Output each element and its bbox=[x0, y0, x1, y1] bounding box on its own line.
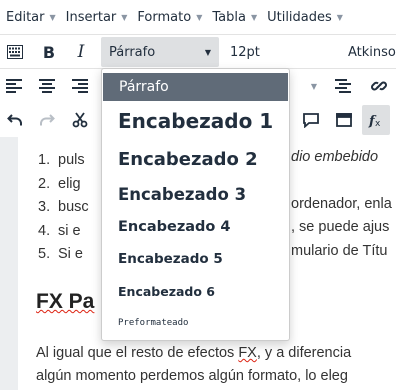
list-item-tail: dio embebido bbox=[291, 149, 379, 165]
list-item-text: busc bbox=[58, 199, 89, 215]
align-right-icon bbox=[72, 79, 88, 93]
dropdown-option-heading-6[interactable]: Encabezado 6 bbox=[102, 275, 289, 307]
dropdown-option-heading-5[interactable]: Encabezado 5 bbox=[102, 243, 289, 275]
align-center-button[interactable] bbox=[37, 71, 57, 101]
menu-utilidades[interactable]: Utilidades ▼ bbox=[267, 10, 343, 25]
ordered-list: 1. puls 2. elig 3. busc 4. si e 5. Si e bbox=[38, 149, 89, 267]
bold-button[interactable]: B bbox=[38, 37, 60, 67]
chevron-down-icon: ▼ bbox=[336, 12, 343, 22]
chevron-down-icon: ▼ bbox=[196, 12, 203, 22]
paragraph: Al igual que el resto de efectos FX, y a… bbox=[36, 342, 351, 388]
undo-button[interactable] bbox=[5, 105, 25, 135]
keyboard-button[interactable] bbox=[4, 37, 26, 67]
menu-utilidades-label: Utilidades bbox=[267, 9, 332, 25]
menu-formato-label: Formato bbox=[137, 9, 192, 25]
list-item-text: Si e bbox=[58, 246, 83, 262]
list-item-text: elig bbox=[58, 175, 81, 192]
fullscreen-button[interactable] bbox=[333, 105, 355, 135]
list-number: 3. bbox=[38, 199, 51, 215]
paragraph-text: , y a diferencia bbox=[256, 345, 352, 361]
scissors-icon bbox=[72, 112, 88, 128]
font-family-value: Atkinso bbox=[348, 44, 396, 60]
list-item-tail: , se puede ajus bbox=[291, 219, 390, 235]
dropdown-option-heading-3[interactable]: Encabezado 3 bbox=[102, 177, 289, 211]
block-format-select[interactable]: Párrafo ▼ bbox=[101, 37, 219, 67]
align-right-button[interactable] bbox=[70, 71, 90, 101]
dropdown-option-heading-1[interactable]: Encabezado 1 bbox=[102, 101, 289, 141]
chevron-down-icon: ▼ bbox=[49, 12, 56, 22]
menu-editar-label: Editar bbox=[6, 9, 45, 25]
redo-button bbox=[37, 105, 57, 135]
menubar: Editar ▼ Insertar ▼ Formato ▼ Tabla ▼ Utilid… bbox=[0, 0, 396, 34]
list-item: 3. busc bbox=[38, 196, 89, 220]
list-number: 2. bbox=[38, 175, 51, 192]
menu-tabla-label: Tabla bbox=[212, 9, 246, 25]
comment-icon bbox=[303, 112, 319, 128]
paragraph-fx: FX bbox=[238, 345, 257, 361]
list-item-text: puls bbox=[58, 152, 85, 168]
heading-text: FX Pa bbox=[36, 290, 95, 313]
font-size-select[interactable]: 12pt bbox=[230, 37, 260, 67]
link-icon bbox=[371, 81, 387, 91]
fx-button[interactable]: fx bbox=[362, 105, 390, 135]
font-family-select[interactable]: Atkinso bbox=[348, 37, 396, 67]
paragraph-line-1: Al igual que el resto de efectos FX, y a… bbox=[36, 342, 351, 365]
dropdown-option-heading-2[interactable]: Encabezado 2 bbox=[102, 141, 289, 177]
chevron-down-icon: ▼ bbox=[310, 81, 318, 91]
chevron-down-icon: ▼ bbox=[121, 12, 128, 22]
list-item-text: si e bbox=[58, 222, 81, 239]
link-button[interactable] bbox=[368, 71, 390, 101]
editor-margin bbox=[0, 137, 18, 390]
list-item: 4. si e bbox=[38, 220, 89, 244]
svg-text:x: x bbox=[375, 119, 381, 128]
menu-insertar[interactable]: Insertar ▼ bbox=[66, 10, 128, 25]
line-height-icon bbox=[335, 79, 351, 93]
list-item-tail: mulario de Títu bbox=[291, 243, 388, 259]
menu-insertar-label: Insertar bbox=[65, 9, 117, 25]
comment-button[interactable] bbox=[300, 105, 322, 135]
block-format-dropdown: Párrafo Encabezado 1 Encabezado 2 Encabe… bbox=[101, 68, 290, 341]
menu-formato[interactable]: Formato ▼ bbox=[137, 10, 202, 25]
align-center-icon bbox=[39, 79, 55, 93]
section-heading: FX Pa bbox=[36, 290, 94, 314]
chevron-down-icon: ▼ bbox=[250, 12, 258, 22]
dropdown-option-preformatted[interactable]: Preformateado bbox=[102, 307, 289, 339]
align-left-icon bbox=[6, 79, 22, 93]
line-height-button[interactable] bbox=[333, 71, 353, 101]
list-number: 5. bbox=[38, 246, 51, 262]
list-item: 2. elig bbox=[38, 173, 89, 197]
paragraph-line-2: algún momento perdemos algún formato, lo… bbox=[36, 368, 348, 384]
cut-button[interactable] bbox=[70, 105, 90, 135]
paragraph-text: Al igual que el resto de efectos bbox=[36, 345, 239, 361]
menu-editar[interactable]: Editar ▼ bbox=[6, 10, 56, 25]
list-number: 4. bbox=[38, 222, 51, 239]
italic-button[interactable]: I bbox=[70, 37, 92, 67]
block-format-value: Párrafo bbox=[109, 44, 156, 60]
list-item-tail: ordenador, enla bbox=[291, 196, 392, 212]
align-left-button[interactable] bbox=[4, 71, 24, 101]
dropdown-option-heading-4[interactable]: Encabezado 4 bbox=[102, 211, 289, 243]
fx-icon: fx bbox=[368, 114, 381, 128]
redo-icon bbox=[40, 114, 55, 126]
font-size-value: 12pt bbox=[230, 44, 260, 60]
list-item: 1. puls bbox=[38, 149, 89, 173]
menu-tabla[interactable]: Tabla ▼ bbox=[212, 10, 257, 25]
dropdown-option-paragraph[interactable]: Párrafo bbox=[103, 73, 288, 101]
list-item: 5. Si e bbox=[38, 243, 89, 267]
undo-icon bbox=[7, 114, 22, 126]
list-number: 1. bbox=[38, 152, 51, 168]
toolbar-row-1: B I Párrafo ▼ 12pt Atkinso bbox=[0, 34, 396, 69]
list-dropdown-button[interactable]: ▼ bbox=[304, 71, 324, 101]
keyboard-icon bbox=[7, 45, 23, 59]
chevron-down-icon: ▼ bbox=[204, 47, 211, 57]
window-icon bbox=[336, 113, 352, 127]
